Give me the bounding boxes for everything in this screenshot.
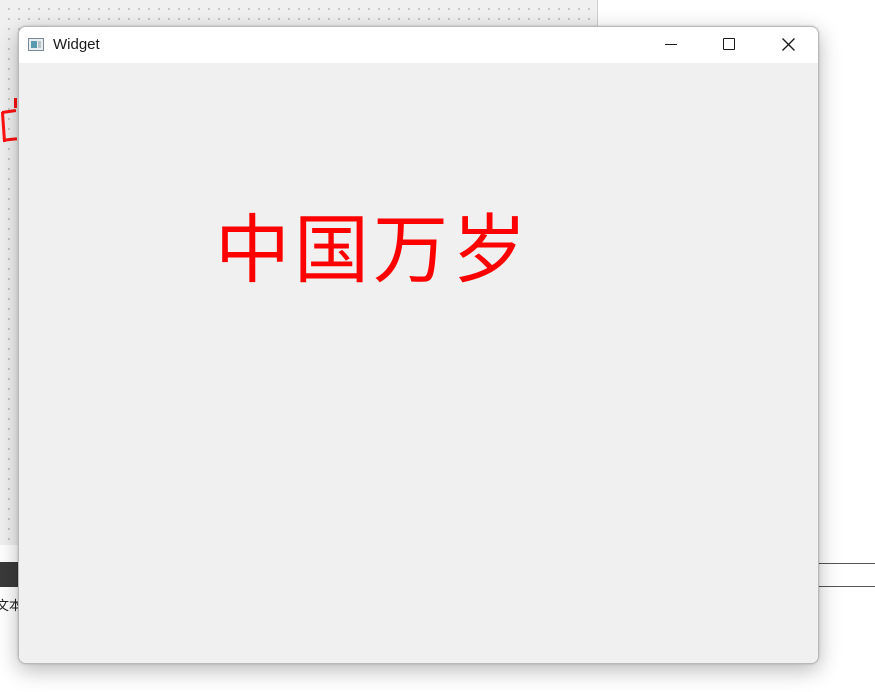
canvas-text-fragment	[0, 96, 18, 150]
maximize-button[interactable]	[700, 27, 758, 63]
title-bar[interactable]: Widget	[19, 27, 818, 63]
minimize-icon	[665, 44, 677, 45]
divider-line	[818, 586, 875, 587]
divider-line	[818, 563, 875, 564]
app-window-icon	[28, 38, 44, 51]
minimize-button[interactable]	[642, 27, 700, 63]
painted-text: 中国万岁	[215, 206, 532, 294]
designer-dark-tab[interactable]	[0, 562, 18, 587]
close-button[interactable]	[759, 27, 817, 63]
widget-client-area: 中国万岁	[19, 63, 818, 663]
maximize-icon	[723, 38, 735, 50]
close-icon	[782, 38, 795, 51]
widget-window[interactable]: Widget 中国万岁	[18, 26, 819, 664]
window-title: Widget	[53, 36, 100, 53]
